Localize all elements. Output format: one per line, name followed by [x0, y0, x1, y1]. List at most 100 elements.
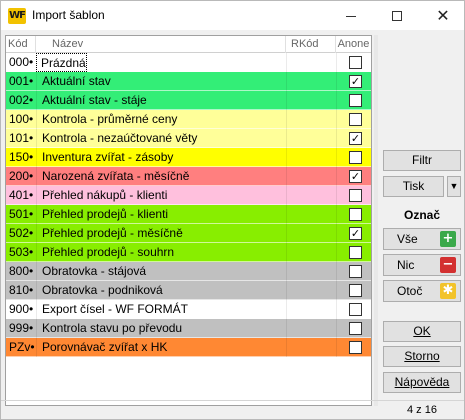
cell-rkod	[286, 224, 336, 243]
table-row[interactable]: PZv• Porovnávač zvířat x HK	[6, 338, 371, 357]
anone-checkbox[interactable]	[349, 265, 362, 278]
column-header-rkod[interactable]: RKód	[286, 36, 336, 53]
napoveda-button[interactable]: Nápověda	[383, 372, 461, 393]
cell-rkod	[286, 167, 336, 186]
tisk-button[interactable]: Tisk	[383, 176, 444, 197]
table-row[interactable]: 501• Přehled prodejů - klienti	[6, 205, 371, 224]
invert-selection-button[interactable]: Otoč ✱	[383, 280, 461, 302]
table-row[interactable]: 200• Narozená zvířata - měsíčně ✓	[6, 167, 371, 186]
table-row[interactable]: 810• Obratovka - podniková	[6, 281, 371, 300]
cell-kod: 401•	[9, 188, 34, 202]
anone-checkbox[interactable]	[349, 56, 362, 69]
cell-anone	[336, 262, 371, 281]
cell-nazev: Narozená zvířata - měsíčně	[36, 167, 189, 186]
table-row[interactable]: 101• Kontrola - nezaúčtované věty ✓	[6, 129, 371, 148]
maximize-icon	[392, 11, 402, 21]
cell-rkod	[286, 281, 336, 300]
table-row[interactable]: 150• Inventura zvířat - zásoby	[6, 148, 371, 167]
cell-kod: 200•	[9, 169, 34, 183]
cell-anone	[336, 205, 371, 224]
anone-checkbox[interactable]: ✓	[349, 132, 362, 145]
cell-rkod	[286, 186, 336, 205]
cell-kod: 900•	[9, 302, 34, 316]
anone-checkbox[interactable]	[349, 189, 362, 202]
cell-anone	[336, 300, 371, 319]
table-row[interactable]: 000• Prázdná	[6, 53, 371, 72]
column-header-anone[interactable]: Anone	[336, 36, 371, 53]
vertical-scrollbar[interactable]	[374, 35, 378, 406]
table-row[interactable]: 401• Přehled nákupů - klienti	[6, 186, 371, 205]
cell-anone	[336, 243, 371, 262]
minimize-button[interactable]	[328, 1, 374, 31]
anone-checkbox[interactable]: ✓	[349, 75, 362, 88]
anone-checkbox[interactable]	[349, 284, 362, 297]
table-row[interactable]: 100• Kontrola - průměrné ceny	[6, 110, 371, 129]
minus-icon: −	[440, 257, 456, 273]
cell-nazev: Přehled nákupů - klienti	[36, 186, 167, 205]
cell-nazev: Obratovka - podniková	[36, 281, 163, 300]
maximize-button[interactable]	[374, 1, 420, 31]
anone-checkbox[interactable]	[349, 94, 362, 107]
cell-anone	[336, 53, 371, 72]
table-header: Kód Název RKód Anone	[6, 36, 371, 53]
column-header-nazev[interactable]: Název	[36, 36, 286, 53]
anone-checkbox[interactable]	[349, 303, 362, 316]
cell-anone	[336, 338, 371, 357]
table-row[interactable]: 900• Export čísel - WF FORMÁT	[6, 300, 371, 319]
ok-label: OK	[413, 324, 431, 338]
cell-nazev: Porovnávač zvířat x HK	[36, 338, 167, 357]
table-row[interactable]: 999• Kontrola stavu po převodu	[6, 319, 371, 338]
cell-kod: 503•	[9, 245, 34, 259]
cell-nazev: Export čísel - WF FORMÁT	[36, 300, 188, 319]
table-row[interactable]: 503• Přehled prodejů - souhrn	[6, 243, 371, 262]
cell-rkod	[286, 338, 336, 357]
cell-kod: 101•	[9, 131, 34, 145]
anone-checkbox[interactable]: ✓	[349, 227, 362, 240]
cell-anone: ✓	[336, 129, 371, 148]
dialog-body: Kód Název RKód Anone 000• Prázdná 001• Aktu…	[0, 30, 465, 420]
column-header-kod[interactable]: Kód	[6, 36, 36, 53]
close-button[interactable]: ✕	[420, 1, 465, 31]
storno-button[interactable]: Storno	[383, 346, 461, 367]
cell-anone	[336, 319, 371, 338]
filtr-button[interactable]: Filtr	[383, 150, 461, 171]
status-bar: 4 z 16	[1, 400, 464, 419]
plus-icon: +	[440, 231, 456, 247]
anone-checkbox[interactable]	[349, 113, 362, 126]
cell-anone	[336, 91, 371, 110]
anone-checkbox[interactable]	[349, 208, 362, 221]
cell-nazev: Kontrola - nezaúčtované věty	[36, 129, 197, 148]
tisk-dropdown-arrow-icon[interactable]: ▼	[447, 176, 461, 197]
cell-rkod	[286, 319, 336, 338]
cell-rkod	[286, 148, 336, 167]
table-row[interactable]: 002• Aktuální stav - stáje	[6, 91, 371, 110]
title-bar: WF Import šablon ✕	[0, 0, 465, 30]
table-row[interactable]: 800• Obratovka - stájová	[6, 262, 371, 281]
anone-checkbox[interactable]: ✓	[349, 170, 362, 183]
ok-button[interactable]: OK	[383, 321, 461, 342]
cell-rkod	[286, 72, 336, 91]
window-title: Import šablon	[32, 8, 105, 22]
select-none-button[interactable]: Nic −	[383, 254, 461, 276]
anone-checkbox[interactable]	[349, 151, 362, 164]
invert-selection-label: Otoč	[397, 284, 423, 298]
cell-nazev: Přehled prodejů - souhrn	[36, 243, 174, 262]
cell-kod: 100•	[9, 112, 34, 126]
cell-rkod	[286, 205, 336, 224]
cell-nazev: Kontrola stavu po převodu	[36, 319, 182, 338]
select-all-label: Vše	[397, 232, 418, 246]
select-all-button[interactable]: Vše +	[383, 228, 461, 250]
minimize-icon	[346, 16, 356, 17]
cell-anone: ✓	[336, 167, 371, 186]
cell-rkod	[286, 91, 336, 110]
cell-rkod	[286, 110, 336, 129]
close-icon: ✕	[436, 6, 450, 25]
table-row[interactable]: 001• Aktuální stav ✓	[6, 72, 371, 91]
anone-checkbox[interactable]	[349, 322, 362, 335]
table-row[interactable]: 502• Přehled prodejů - měsíčně ✓	[6, 224, 371, 243]
template-table[interactable]: Kód Název RKód Anone 000• Prázdná 001• Aktu…	[5, 35, 372, 406]
anone-checkbox[interactable]	[349, 341, 362, 354]
anone-checkbox[interactable]	[349, 246, 362, 259]
cell-kod: 002•	[9, 93, 34, 107]
cell-kod: 800•	[9, 264, 34, 278]
